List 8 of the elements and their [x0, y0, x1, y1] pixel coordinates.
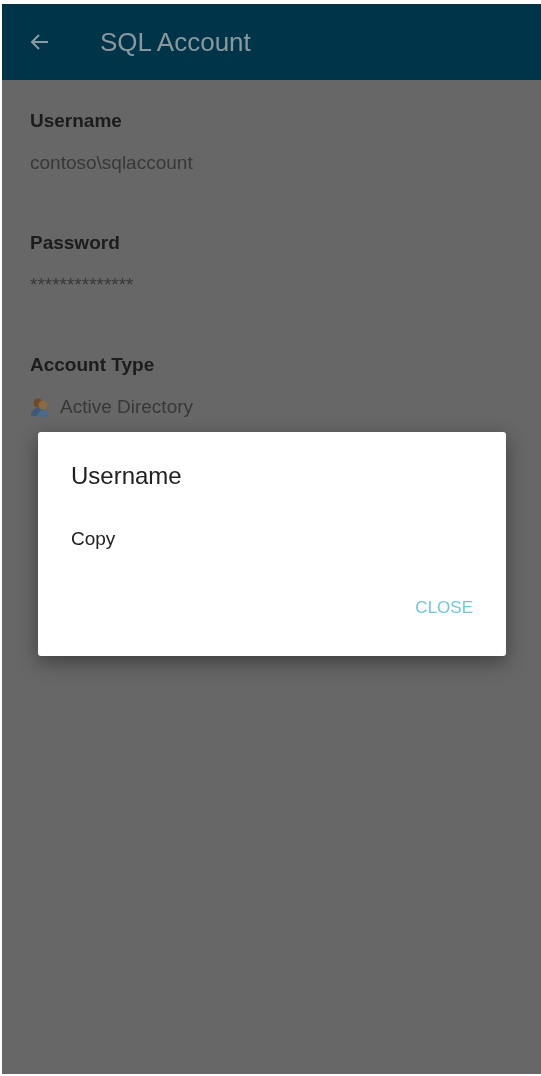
screen-title: SQL Account [100, 26, 251, 58]
field-label: Password [30, 232, 121, 254]
dialog-title: Username [71, 462, 183, 490]
field-value: ************** [30, 274, 134, 296]
field-label: Username [30, 110, 123, 132]
copy-menu-item[interactable]: Copy [71, 528, 473, 550]
users-icon [30, 396, 52, 418]
field-label: Account Type [30, 354, 156, 376]
